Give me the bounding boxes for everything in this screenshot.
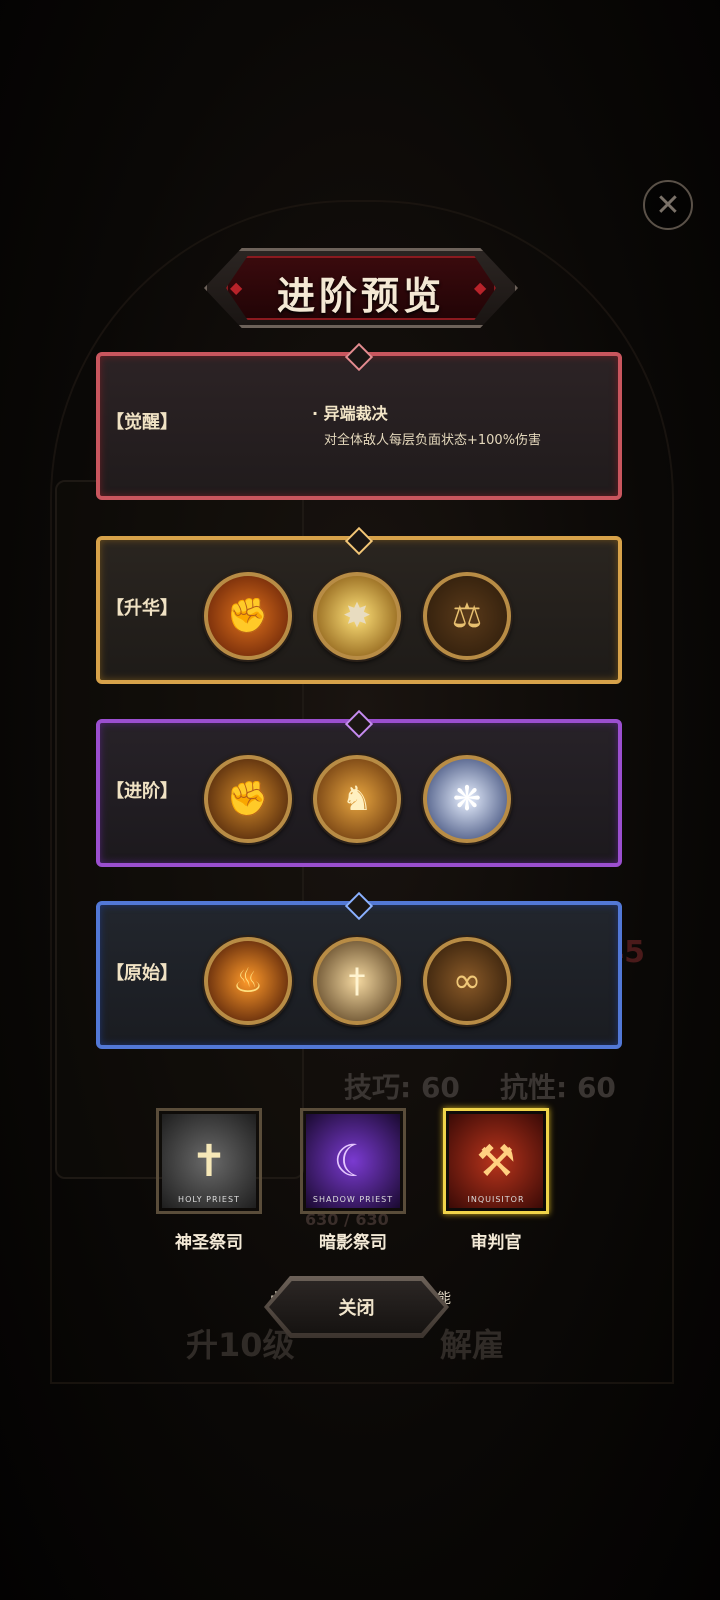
background-level-up-button: 升10级 [186,1326,295,1364]
shadow-priest-icon: ☾ [306,1114,400,1208]
awaken-skill-desc: 对全体敌人每层负面状态+100%伤害 [324,433,542,448]
chains-icon[interactable]: ∞ [423,937,511,1025]
awaken-label: 【觉醒】 [106,412,178,433]
class-card-shadow-priest[interactable]: ☾ SHADOW PRIEST [300,1108,406,1214]
inquisitor-icon: ⚒ [449,1114,543,1208]
page-title: 进阶预览 [276,273,445,318]
fire-hand-icon[interactable]: ♨ [204,937,292,1025]
background-stat-skill: 技巧: 60 [344,1071,460,1104]
title-plate: ◆ ◆ 进阶预览 [204,248,518,328]
close-button[interactable]: 关闭 [264,1276,449,1338]
background-dismiss-button: 解雇 [440,1326,505,1364]
class-card-holy-priest[interactable]: ✝ HOLY PRIEST [156,1108,262,1214]
class-card-inquisitor[interactable]: ⚒ INQUISITOR [443,1108,549,1214]
holy-priest-icon: ✝ [162,1114,256,1208]
raised-fist-icon[interactable]: ✊ [204,572,292,660]
close-icon: ✕ [655,187,681,223]
spirit-flame-icon[interactable]: ❋ [423,755,511,843]
class-name-inquisitor: 审判官 [470,1233,522,1253]
origin-panel: 【原始】 ♨ † ∞ [96,891,622,1049]
scales-icon[interactable]: ⚖ [423,572,511,660]
advance-panel: 【进阶】 ✊ ♞ ❋ [96,709,622,867]
class-tag: SHADOW PRIEST [312,1195,394,1204]
awaken-skill-name: · 异端裁决 [312,404,388,423]
sword-icon[interactable]: † [313,937,401,1025]
sublime-label: 【升华】 [106,598,178,619]
close-x-button[interactable]: ✕ [643,180,693,230]
background-stat-resist: 抗性: 60 [500,1071,616,1104]
close-button-label: 关闭 [338,1298,375,1319]
fist-sun-icon[interactable]: ✊ [204,755,292,843]
class-tag: INQUISITOR [467,1195,525,1204]
class-tag: HOLY PRIEST [178,1195,240,1204]
light-burst-icon[interactable]: ✸ [313,572,401,660]
awaken-panel: 【觉醒】 · 异端裁决 对全体敌人每层负面状态+100%伤害 [96,342,622,500]
class-name-shadow-priest: 暗影祭司 [319,1233,387,1253]
angel-icon[interactable]: ♞ [313,755,401,843]
advance-label: 【进阶】 [106,781,178,802]
sublime-panel: 【升华】 ✊ ✸ ⚖ [96,526,622,684]
origin-label: 【原始】 [106,963,178,984]
class-name-holy-priest: 神圣祭司 [175,1233,243,1253]
